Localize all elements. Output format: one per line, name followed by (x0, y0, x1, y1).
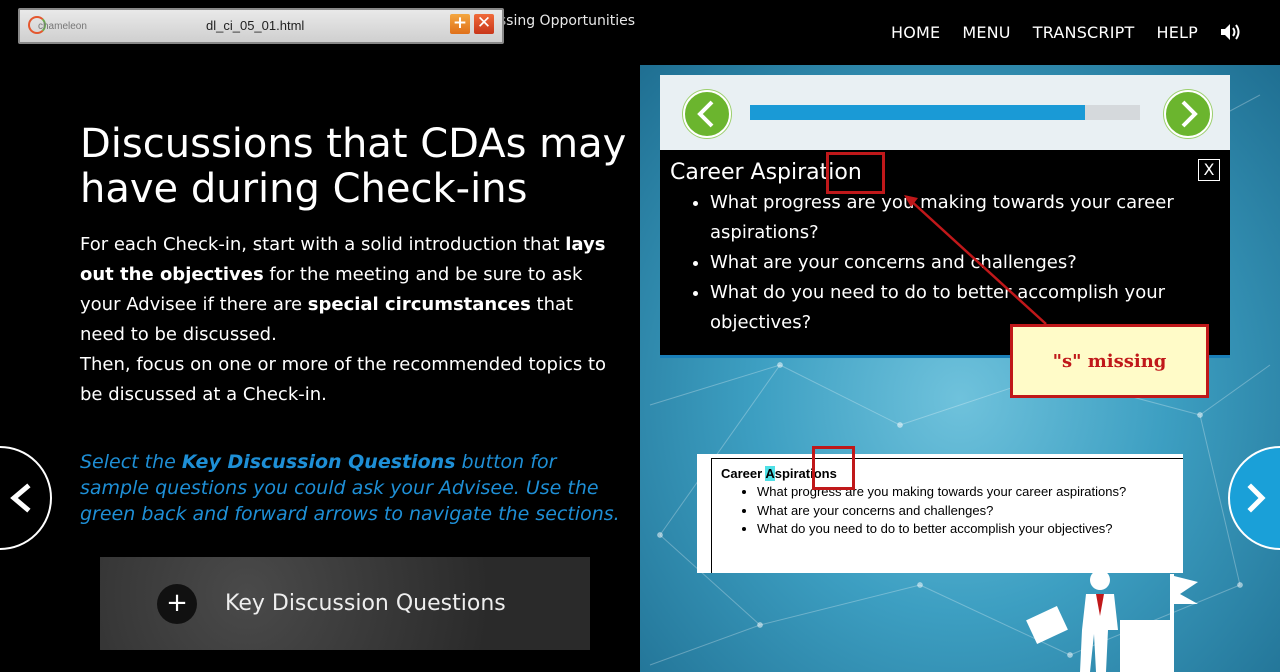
arrow-right-icon (1181, 100, 1198, 128)
key-discussion-questions-button[interactable]: + Key Discussion Questions (100, 557, 590, 650)
progress-fill (750, 105, 1086, 120)
document-bullet: What do you need to do to better accompl… (757, 520, 1126, 539)
document-title-pre: Career (721, 466, 766, 481)
back-arrow-button[interactable] (683, 90, 731, 138)
chevron-right-icon (1247, 483, 1266, 513)
close-panel-button[interactable]: X (1198, 159, 1220, 181)
document-list: What progress are you making towards you… (739, 483, 1126, 539)
instruction-bold: Key Discussion Questions (181, 451, 456, 473)
annotation-callout: "s" missing (1010, 324, 1209, 398)
questions-list: What progress are you making towards you… (690, 188, 1210, 338)
chameleon-brand: chameleon (38, 21, 87, 32)
document-rule (711, 458, 1183, 459)
course-title: ussing Opportunities (490, 13, 636, 29)
question-item: What are your concerns and challenges? (710, 248, 1210, 278)
arrow-left-icon (697, 100, 714, 128)
key-discussion-questions-label: Key Discussion Questions (225, 591, 506, 616)
instruction-text-1: Select the (80, 451, 182, 473)
annotation-box-document (812, 446, 855, 490)
document-bullet: What are your concerns and challenges? (757, 502, 1126, 521)
businessman-illustration (1026, 570, 1198, 672)
main-nav: HOME MENU TRANSCRIPT HELP (891, 21, 1242, 43)
page-heading: Discussions that CDAs may have during Ch… (80, 121, 627, 212)
previous-slide-button[interactable] (0, 446, 52, 550)
chameleon-window[interactable]: chameleon dl_ci_05_01.html + ✕ (18, 8, 504, 44)
progress-bar (750, 105, 1140, 120)
intro-bold-2: special circumstances (307, 294, 531, 315)
topics-paragraph: Then, focus on one or more of the recomm… (80, 354, 607, 405)
question-item: What progress are you making towards you… (710, 188, 1210, 248)
nav-menu[interactable]: MENU (962, 23, 1010, 42)
chameleon-close-button[interactable]: ✕ (474, 14, 494, 34)
nav-transcript[interactable]: TRANSCRIPT (1033, 23, 1135, 42)
chevron-left-icon (10, 483, 31, 513)
chameleon-filename: dl_ci_05_01.html (206, 18, 305, 33)
intro-paragraph: For each Check-in, start with a solid in… (80, 230, 620, 350)
document-excerpt: Career Aspirations What progress are you… (697, 454, 1183, 573)
annotation-box-title (826, 152, 885, 194)
chameleon-add-button[interactable]: + (450, 14, 470, 34)
document-rule (711, 458, 712, 573)
section-navigation (660, 75, 1230, 150)
document-title-highlight: A (765, 466, 775, 481)
forward-arrow-button[interactable] (1164, 90, 1212, 138)
nav-help[interactable]: HELP (1156, 23, 1198, 42)
plus-icon: + (157, 583, 197, 624)
chameleon-logo: chameleon (28, 15, 90, 35)
instruction-text: Select the Key Discussion Questions butt… (80, 449, 620, 527)
nav-home[interactable]: HOME (891, 23, 940, 42)
speaker-icon[interactable] (1220, 21, 1242, 43)
next-slide-button[interactable] (1228, 446, 1280, 550)
intro-text-1: For each Check-in, start with a solid in… (80, 234, 566, 255)
